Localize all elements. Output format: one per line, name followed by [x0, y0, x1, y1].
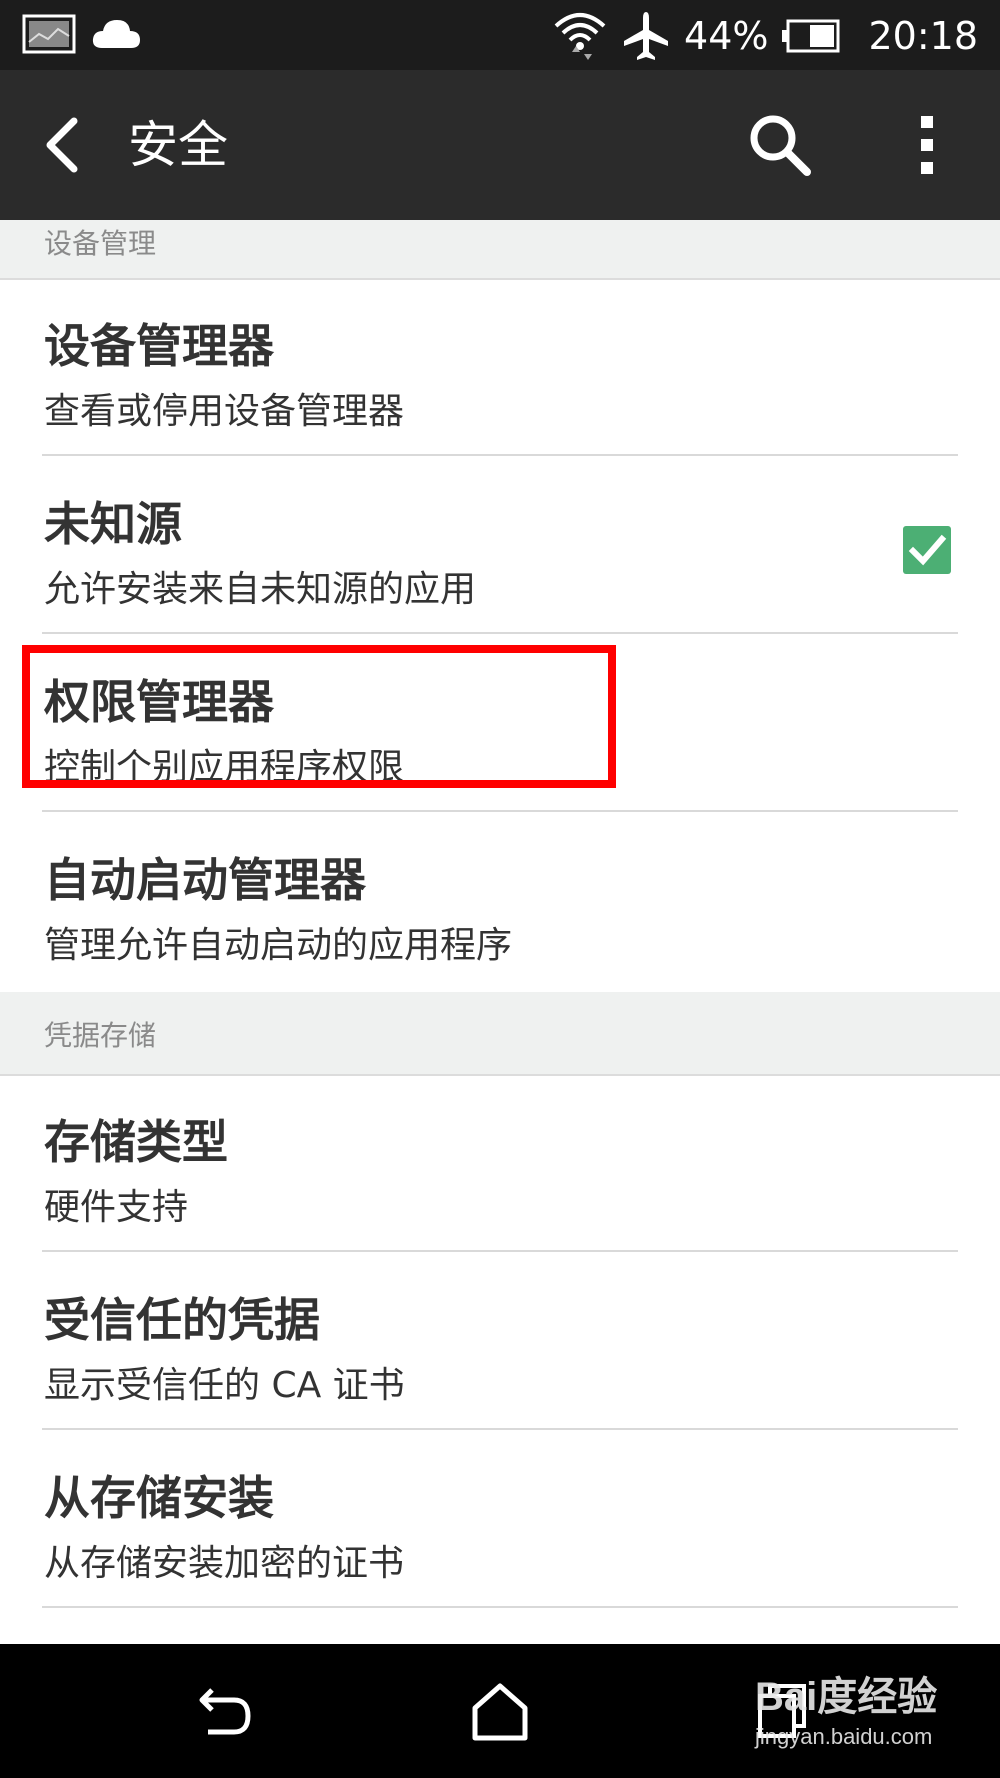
item-subtitle: 从存储安装加密的证书: [44, 1543, 405, 1584]
highlight-box: [22, 645, 616, 788]
item-subtitle: 允许安装来自未知源的应用: [44, 569, 477, 610]
list-item-device-administrators[interactable]: 设备管理器 查看或停用设备管理器: [0, 280, 1000, 456]
section-header-credential-storage: 凭据存储: [0, 992, 1000, 1076]
gallery-notification-icon: [22, 14, 76, 54]
divider: [42, 1428, 958, 1430]
item-title: 设备管理器: [44, 319, 274, 373]
airplane-mode-icon: [624, 12, 669, 60]
section-header-device-admin: 设备管理: [0, 220, 1000, 280]
list-item-install-from-storage[interactable]: 从存储安装 从存储安装加密的证书: [0, 1432, 1000, 1608]
back-arrow-icon[interactable]: [38, 115, 98, 175]
section-header-label: 凭据存储: [44, 1019, 157, 1052]
watermark-url: jingyan.baidu.com: [755, 1724, 933, 1749]
home-icon[interactable]: [465, 1676, 535, 1746]
item-title: 从存储安装: [44, 1471, 274, 1525]
item-title: 自动启动管理器: [44, 853, 366, 907]
app-bar: 安全: [0, 70, 1000, 220]
checkmark-icon: [908, 534, 947, 566]
item-title: 未知源: [44, 497, 182, 551]
list-item-trusted-credentials[interactable]: 受信任的凭据 显示受信任的 CA 证书: [0, 1254, 1000, 1430]
divider: [42, 1606, 958, 1608]
item-subtitle: 管理允许自动启动的应用程序: [44, 925, 513, 966]
list-item-unknown-sources[interactable]: 未知源 允许安装来自未知源的应用: [0, 458, 1000, 634]
divider: [42, 1250, 958, 1252]
divider: [42, 632, 958, 634]
overflow-menu-icon[interactable]: [905, 110, 949, 180]
list-item-autostart-manager[interactable]: 自动启动管理器 管理允许自动启动的应用程序: [0, 814, 1000, 990]
watermark-brand: Bai度经验: [755, 1675, 938, 1719]
page-title: 安全: [128, 116, 228, 174]
battery-icon: [782, 19, 840, 53]
settings-list: 设备管理 设备管理器 查看或停用设备管理器 未知源 允许安装来自未知源的应用 权…: [0, 220, 1000, 1644]
cloud-icon: [92, 20, 140, 48]
item-subtitle: 显示受信任的 CA 证书: [44, 1365, 405, 1406]
status-bar: 44% 20:18: [0, 0, 1000, 70]
item-title: 受信任的凭据: [44, 1293, 320, 1347]
divider: [42, 810, 958, 812]
list-item-storage-type[interactable]: 存储类型 硬件支持: [0, 1076, 1000, 1252]
search-icon[interactable]: [745, 110, 815, 180]
watermark: Bai度经验 jingyan.baidu.com: [755, 1664, 937, 1750]
item-title: 存储类型: [44, 1115, 228, 1169]
clock: 20:18: [868, 14, 978, 58]
divider: [42, 454, 958, 456]
item-subtitle: 查看或停用设备管理器: [44, 391, 405, 432]
section-header-label: 设备管理: [44, 227, 157, 260]
unknown-sources-checkbox[interactable]: [903, 526, 951, 574]
item-subtitle: 硬件支持: [44, 1187, 189, 1228]
navigation-bar: Bai度经验 jingyan.baidu.com: [0, 1644, 1000, 1778]
wifi-icon: [554, 13, 606, 60]
battery-percentage: 44%: [684, 14, 769, 58]
back-icon[interactable]: [190, 1676, 260, 1746]
